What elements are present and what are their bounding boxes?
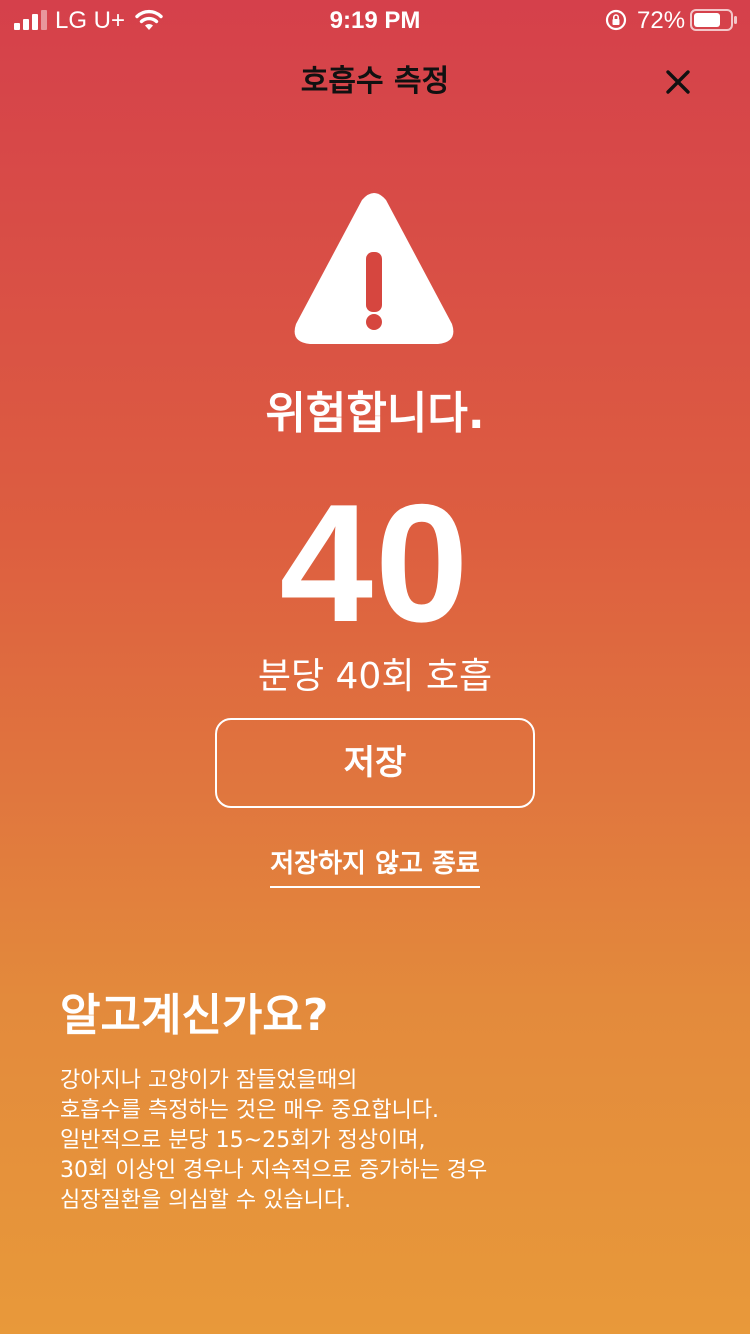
info-line: 호흡수를 측정하는 것은 매우 중요합니다.	[60, 1098, 440, 1123]
info-title: 알고계신가요?	[60, 990, 329, 1041]
close-icon[interactable]	[656, 60, 700, 104]
save-button[interactable]: 저장	[215, 718, 535, 808]
battery-percentage: 72%	[637, 7, 686, 34]
breath-count: 40	[279, 469, 471, 657]
info-line: 심장질환을 의심할 수 있습니다.	[60, 1188, 352, 1213]
page-title: 호흡수 측정	[300, 64, 450, 99]
info-line: 일반적으로 분당 15~25회가 정상이며,	[60, 1128, 426, 1153]
warning-triangle-icon	[294, 193, 454, 344]
status-bar: LG U+ 9:19 PM 72%	[0, 0, 750, 40]
danger-status-text: 위험합니다.	[265, 388, 485, 439]
exit-without-saving-link[interactable]: 저장하지 않고 종료	[0, 846, 750, 888]
info-line: 30회 이상인 경우나 지속적으로 증가하는 경우	[60, 1158, 488, 1183]
breath-rate-text: 분당 40회 호흡	[257, 656, 493, 697]
info-body: 강아지나 고양이가 잠들었을때의 호흡수를 측정하는 것은 매우 중요합니다. …	[60, 1066, 700, 1216]
orientation-lock-icon	[605, 9, 627, 31]
exit-link-label[interactable]: 저장하지 않고 종료	[270, 846, 480, 888]
screen: LG U+ 9:19 PM 72% 호흡수 측정 위험합니다. 40 분당 40…	[0, 0, 750, 1334]
info-line: 강아지나 고양이가 잠들었을때의	[60, 1068, 358, 1093]
battery-icon	[690, 9, 737, 31]
